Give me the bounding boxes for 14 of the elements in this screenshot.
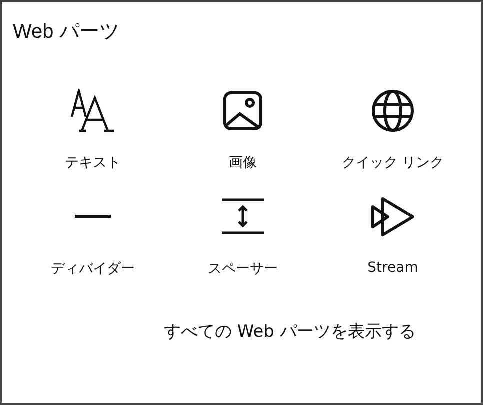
web-part-button[interactable]: 画像 bbox=[229, 154, 257, 172]
panel-title: Web パーツ bbox=[13, 20, 120, 44]
web-part-button[interactable]: クイック リンク bbox=[342, 154, 444, 172]
web-part-button[interactable]: スペーサー bbox=[208, 260, 278, 278]
show-all-link[interactable]: すべての Web パーツを表示する bbox=[164, 322, 416, 342]
web-part-button[interactable]: Stream bbox=[368, 260, 418, 276]
text-size-icon bbox=[70, 89, 116, 133]
horizontal-line-icon bbox=[75, 215, 111, 219]
web-part-button[interactable]: ディバイダー bbox=[51, 260, 135, 278]
image-icon bbox=[223, 91, 263, 131]
web-part-button[interactable]: テキスト bbox=[65, 154, 121, 172]
play-icon bbox=[371, 195, 415, 239]
spacer-icon bbox=[222, 198, 264, 236]
globe-icon bbox=[371, 89, 415, 133]
